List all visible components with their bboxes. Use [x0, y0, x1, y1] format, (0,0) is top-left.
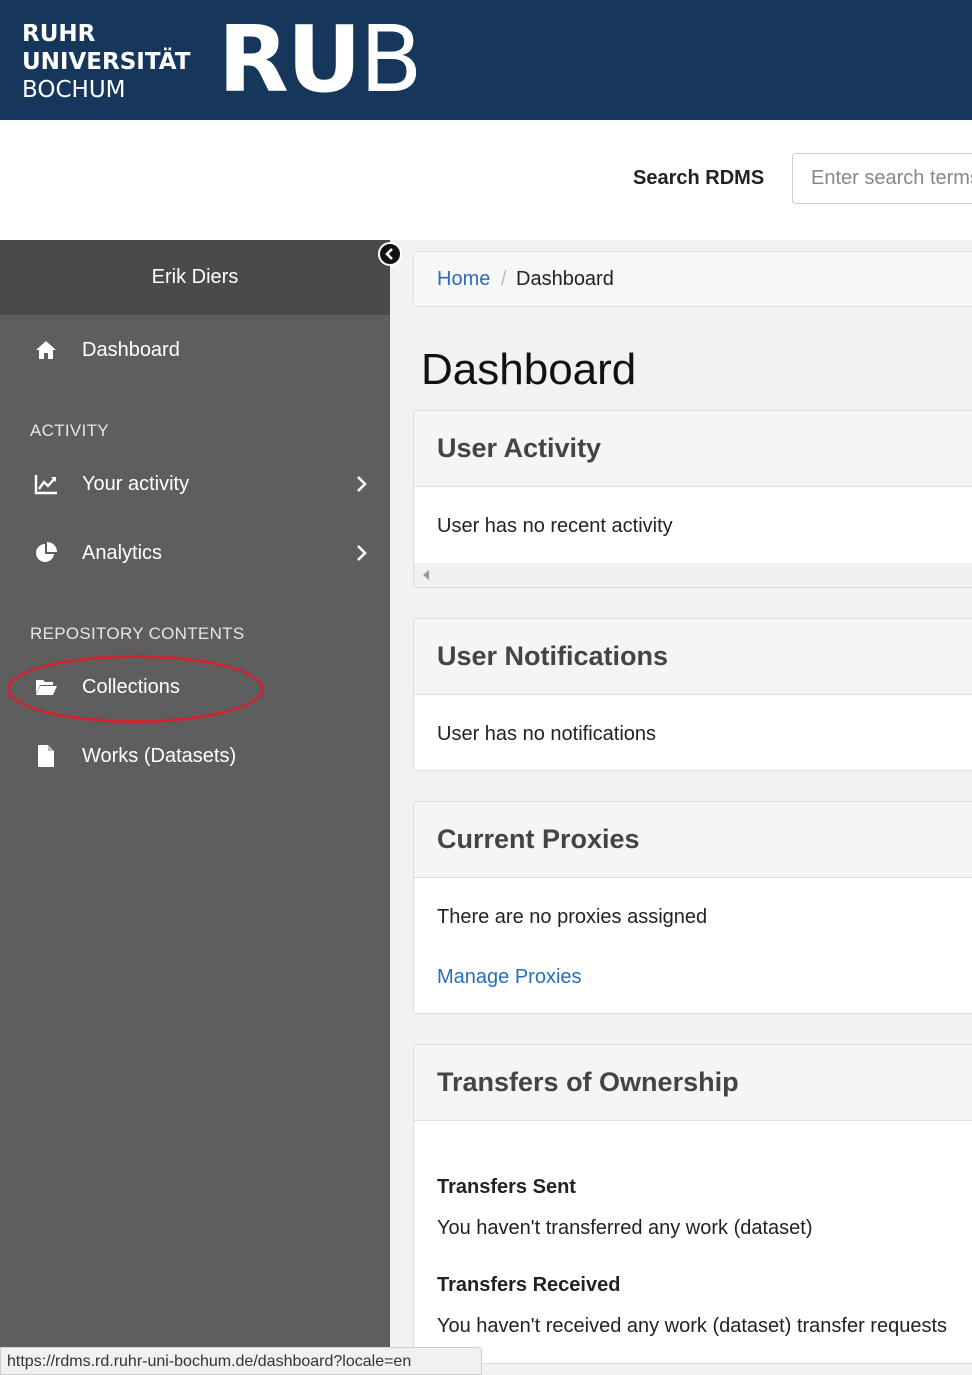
panel-title: User Notifications	[437, 641, 669, 671]
university-logo-text[interactable]: RUHR UNIVERSITÄT BOCHUM	[22, 20, 190, 104]
section-heading-repository-contents: REPOSITORY CONTENTS	[30, 624, 245, 643]
horizontal-scrollbar[interactable]	[414, 563, 972, 587]
transfers-received-heading: Transfers Received	[437, 1274, 621, 1296]
user-activity-panel: User Activity User has no recent activit…	[413, 410, 972, 588]
panel-header: Transfers of Ownership	[414, 1045, 972, 1121]
sidebar-item-label: Dashboard	[82, 339, 180, 361]
user-notifications-text: User has no notifications	[437, 723, 657, 745]
line-chart-icon	[34, 475, 57, 495]
file-icon	[38, 745, 54, 767]
search-input[interactable]	[792, 153, 972, 204]
section-heading-activity: ACTIVITY	[30, 421, 109, 440]
scroll-left-arrow-icon[interactable]	[423, 570, 429, 580]
current-proxies-text: There are no proxies assigned	[437, 906, 708, 928]
brand-header: RUHR UNIVERSITÄT BOCHUM RUB	[0, 0, 972, 120]
breadcrumb-current: Dashboard	[516, 268, 614, 290]
panel-title: Current Proxies	[437, 824, 640, 854]
sidebar-item-label: Your activity	[82, 473, 190, 495]
chevron-right-icon	[357, 476, 367, 492]
chevron-left-icon	[385, 248, 393, 260]
collapse-sidebar-button[interactable]	[378, 242, 402, 266]
current-proxies-panel: Current Proxies There are no proxies ass…	[413, 801, 972, 1014]
user-activity-text: User has no recent activity	[437, 515, 673, 537]
panel-title: Transfers of Ownership	[437, 1067, 739, 1097]
sidebar-item-works[interactable]: Works (Datasets)	[0, 732, 390, 782]
folder-open-icon	[36, 680, 57, 695]
brand-line-2: UNIVERSITÄT	[22, 49, 191, 75]
sidebar-item-dashboard[interactable]: Dashboard	[0, 326, 390, 376]
sidebar-item-label: Collections	[82, 676, 180, 698]
transfers-received-text: You haven't received any work (dataset) …	[437, 1315, 948, 1337]
sidebar-item-collections[interactable]: Collections	[0, 663, 390, 713]
rub-logo[interactable]: RUB	[218, 10, 423, 110]
brand-line-1: RUHR	[22, 21, 96, 47]
chevron-right-icon	[357, 545, 367, 561]
sidebar-item-your-activity[interactable]: Your activity	[0, 460, 390, 510]
sidebar-user-name[interactable]: Erik Diers	[0, 240, 390, 315]
panel-header: Current Proxies	[414, 802, 972, 878]
transfers-sent-text: You haven't transferred any work (datase…	[437, 1217, 813, 1239]
manage-proxies-link[interactable]: Manage Proxies	[437, 966, 582, 989]
page-title: Dashboard	[421, 345, 637, 394]
logo-bold-part: RU	[218, 6, 362, 113]
status-bar-url: https://rdms.rd.ruhr-uni-bochum.de/dashb…	[0, 1347, 482, 1375]
panel-header: User Activity	[414, 411, 972, 487]
sidebar-item-label: Works (Datasets)	[82, 745, 237, 767]
sidebar-item-label: Analytics	[82, 542, 163, 564]
sidebar-item-analytics[interactable]: Analytics	[0, 529, 390, 579]
search-label: Search RDMS	[633, 167, 765, 189]
transfers-sent-heading: Transfers Sent	[437, 1176, 576, 1198]
pie-chart-icon	[36, 542, 57, 562]
panel-header: User Notifications	[414, 619, 972, 695]
home-icon	[36, 341, 56, 359]
transfers-of-ownership-panel: Transfers of Ownership Transfers Sent Yo…	[413, 1044, 972, 1364]
sidebar: Erik Diers Dashboard ACTIVITY Your activ…	[0, 240, 390, 1375]
user-notifications-panel: User Notifications User has no notificat…	[413, 618, 972, 771]
breadcrumb-home-link[interactable]: Home	[437, 268, 490, 291]
panel-title: User Activity	[437, 433, 602, 463]
logo-light-part: B	[359, 6, 423, 113]
breadcrumb: Home / Dashboard	[413, 251, 972, 307]
brand-line-3: BOCHUM	[22, 77, 126, 103]
breadcrumb-separator: /	[501, 268, 507, 290]
